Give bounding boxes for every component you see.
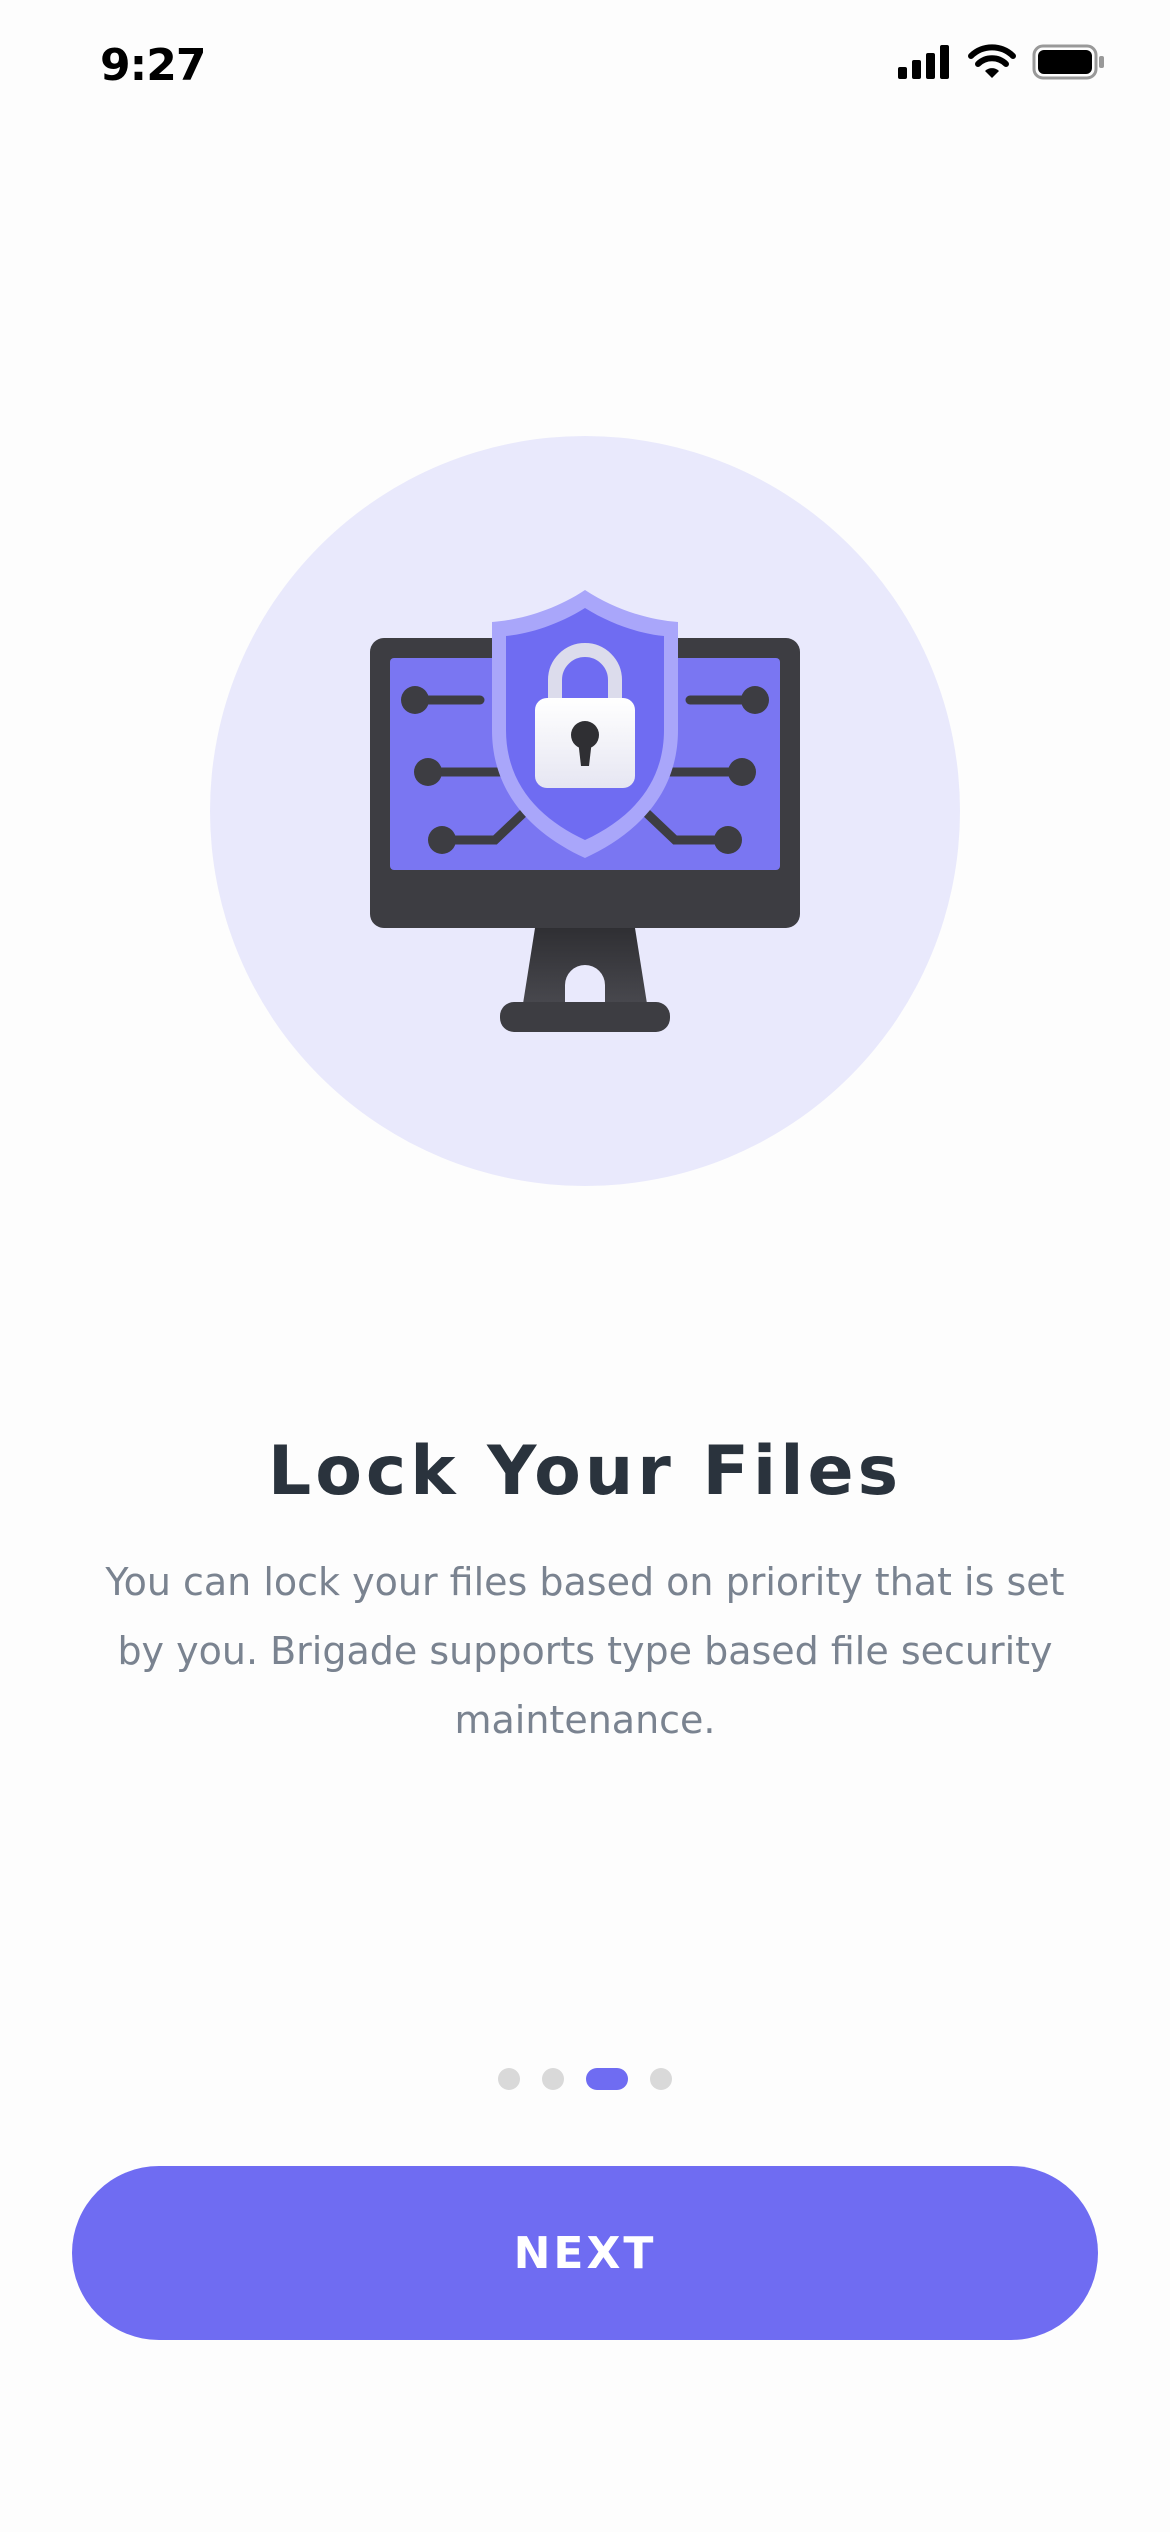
status-time: 9:27 bbox=[100, 40, 206, 91]
cellular-signal-icon bbox=[898, 45, 949, 79]
page-indicator bbox=[0, 2068, 1170, 2090]
page-dot-1[interactable] bbox=[498, 2068, 520, 2090]
next-button-label: NEXT bbox=[513, 2227, 657, 2279]
next-button[interactable]: NEXT bbox=[72, 2166, 1098, 2340]
page-dot-2[interactable] bbox=[542, 2068, 564, 2090]
monitor-shield-lock-icon bbox=[370, 590, 800, 1032]
battery-icon bbox=[1032, 44, 1104, 80]
page-dot-3-active[interactable] bbox=[586, 2068, 628, 2090]
page-dot-4[interactable] bbox=[650, 2068, 672, 2090]
status-icons bbox=[898, 44, 1106, 80]
page-title: Lock Your Files bbox=[267, 1432, 903, 1511]
page-description: You can lock your files based on priorit… bbox=[105, 1560, 1065, 1742]
status-bar: 9:27 bbox=[0, 0, 1170, 140]
wifi-icon bbox=[968, 44, 1016, 78]
